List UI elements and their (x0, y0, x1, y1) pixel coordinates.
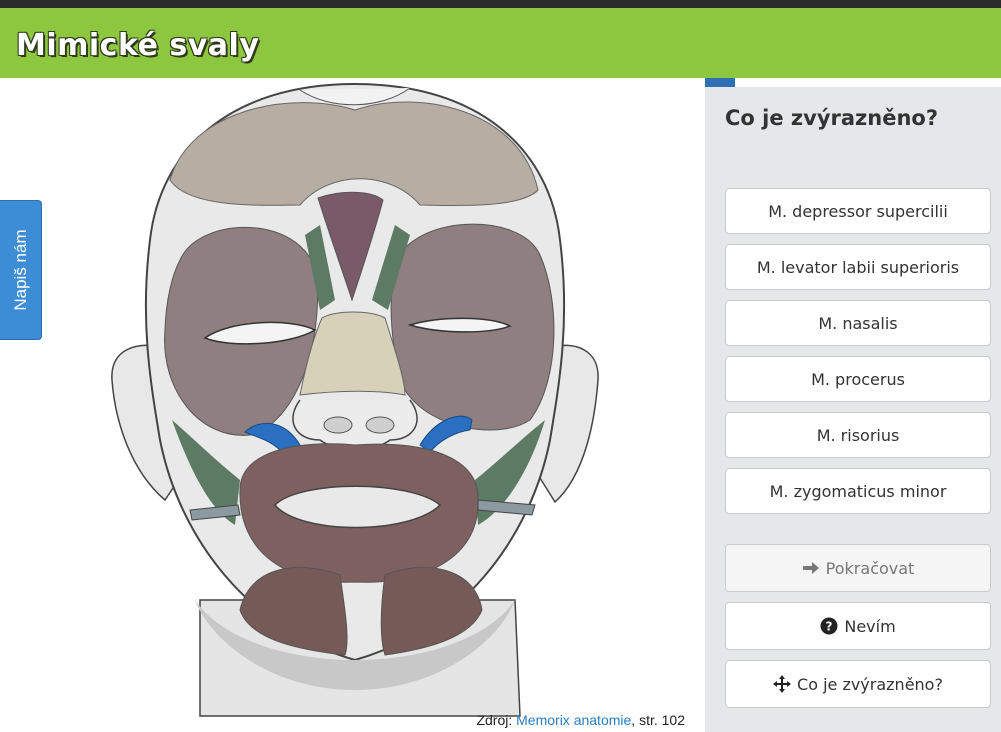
source-prefix: Zdroj: (476, 712, 513, 728)
quiz-question: Co je zvýrazněno? (725, 106, 939, 130)
question-circle-icon: ? (820, 617, 838, 635)
dont-know-button[interactable]: ? Nevím (725, 602, 991, 650)
answer-option[interactable]: M. levator labii superioris (725, 244, 991, 290)
quiz-panel: Co je zvýrazněno? M. depressor supercili… (705, 78, 1001, 732)
panel-top-strip (735, 78, 1001, 87)
answer-option[interactable]: M. depressor supercilii (725, 188, 991, 234)
source-link[interactable]: Memorix anatomie (516, 712, 631, 728)
page-title: Mimické svaly (16, 28, 260, 63)
top-bar (0, 0, 1001, 8)
answer-option[interactable]: M. nasalis (725, 300, 991, 346)
right-nostril (365, 416, 395, 434)
dont-know-label: Nevím (844, 616, 896, 636)
progress-indicator (705, 78, 735, 87)
highlight-button[interactable]: Co je zvýrazněno? (725, 660, 991, 708)
answer-option[interactable]: M. zygomaticus minor (725, 468, 991, 514)
app-header: Mimické svaly (0, 8, 1001, 78)
feedback-label: Napiš nám (10, 229, 30, 311)
left-nostril (323, 416, 353, 434)
answer-option[interactable]: M. risorius (725, 412, 991, 458)
source-credit: Zdroj: Memorix anatomie, str. 102 (476, 712, 685, 728)
highlight-label: Co je zvýrazněno? (797, 674, 943, 694)
answer-option[interactable]: M. procerus (725, 356, 991, 402)
feedback-tab[interactable]: Napiš nám (0, 200, 42, 340)
anatomy-image-area: Zdroj: Memorix anatomie, str. 102 (0, 78, 705, 732)
face-muscles-illustration (111, 82, 599, 717)
continue-button[interactable]: Pokračovat (725, 544, 991, 592)
svg-text:?: ? (826, 620, 833, 634)
arrow-right-icon (802, 560, 820, 576)
crosshair-icon (773, 675, 792, 693)
source-suffix: , str. 102 (631, 712, 685, 728)
continue-label: Pokračovat (825, 558, 915, 578)
